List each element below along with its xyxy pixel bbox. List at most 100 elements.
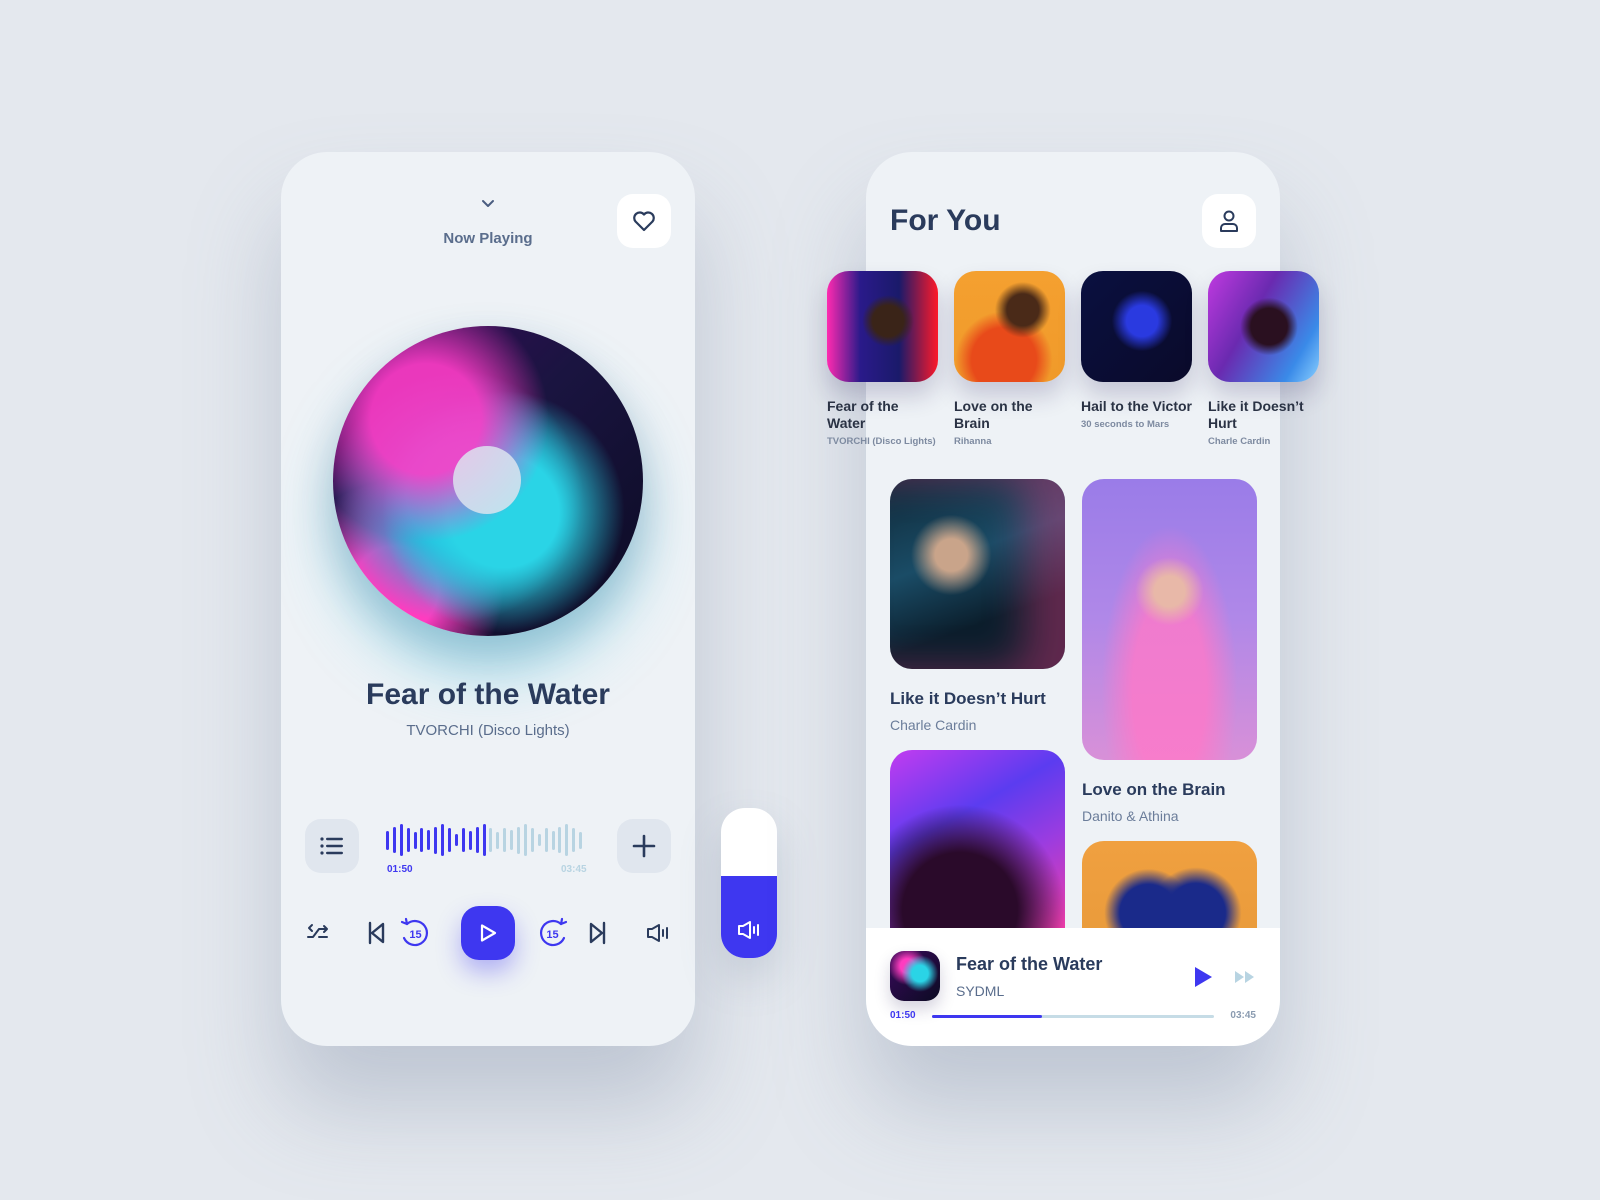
featured-card[interactable]: Fear of the Water TVORCHI (Disco Lights) xyxy=(827,271,938,447)
song-title: Fear of the Water xyxy=(366,678,610,711)
svg-text:15: 15 xyxy=(546,929,558,941)
current-time: 01:50 xyxy=(387,864,413,875)
grid-card-title: Love on the Brain xyxy=(1082,780,1226,799)
waveform-bar xyxy=(510,830,514,850)
featured-card-title: Love on the Brain xyxy=(954,398,1033,431)
grid-card[interactable] xyxy=(890,750,1065,950)
waveform-bar xyxy=(544,828,548,852)
mini-play-button[interactable] xyxy=(1192,966,1214,993)
waveform-bar xyxy=(572,828,576,852)
featured-card-title: Fear of the Water xyxy=(827,398,899,431)
previous-button[interactable] xyxy=(361,906,391,960)
grid-card-artist: Danito & Athina xyxy=(1082,808,1179,824)
mini-player-title: Fear of the Water xyxy=(956,954,1103,974)
profile-button[interactable] xyxy=(1202,194,1256,248)
featured-card-art xyxy=(954,271,1065,382)
waveform-bar xyxy=(537,834,541,846)
featured-card-art xyxy=(1081,271,1192,382)
skip-previous-icon xyxy=(368,921,385,945)
album-art-disc xyxy=(333,326,643,636)
add-button[interactable] xyxy=(617,819,671,873)
mini-progress-bar[interactable] xyxy=(932,1015,1214,1018)
waveform-seekbar[interactable] xyxy=(386,822,586,858)
fast-forward-icon xyxy=(1235,971,1254,983)
svg-text:15: 15 xyxy=(409,929,421,941)
waveform-bar xyxy=(392,827,396,853)
for-you-screen: For You Like it Doesn’t Hurt Charle Card… xyxy=(827,152,1319,1046)
featured-card-title: Hail to the Victor xyxy=(1081,398,1192,414)
grid-card[interactable]: Love on the Brain Danito & Athina xyxy=(1082,479,1257,824)
page-title: For You xyxy=(890,204,1001,237)
mini-progress-fill xyxy=(932,1015,1042,1018)
waveform-bar xyxy=(399,824,403,856)
play-button[interactable] xyxy=(461,906,515,960)
mini-player-artist: SYDML xyxy=(956,983,1005,999)
waveform-bar xyxy=(579,831,583,849)
waveform-bar xyxy=(413,831,417,849)
waveform-bar xyxy=(565,824,569,856)
heart-icon xyxy=(633,211,655,232)
featured-card-artist: Rihanna xyxy=(954,436,992,447)
grid-card-artist: Charle Cardin xyxy=(890,717,977,733)
forward-15-icon: 15 xyxy=(540,917,568,947)
waveform-bar xyxy=(496,831,500,849)
mini-current-time: 01:50 xyxy=(890,1010,916,1021)
waveform-bar xyxy=(530,828,534,852)
featured-card-art xyxy=(1208,271,1319,382)
waveform-bar xyxy=(386,830,389,850)
grid-card-art xyxy=(1082,479,1257,760)
skip-next-icon xyxy=(589,921,606,945)
waveform-bar xyxy=(461,828,465,852)
mini-next-button[interactable] xyxy=(1234,969,1256,990)
featured-carousel[interactable]: Fear of the Water TVORCHI (Disco Lights)… xyxy=(827,271,1319,447)
waveform-bar xyxy=(420,828,424,852)
volume-button[interactable] xyxy=(641,906,675,960)
volume-icon xyxy=(738,921,759,939)
waveform-bar xyxy=(523,824,527,856)
rewind-15-button[interactable]: 15 xyxy=(395,906,435,960)
playlist-button[interactable] xyxy=(305,819,359,873)
waveform-bar xyxy=(475,827,479,853)
mini-player[interactable]: Fear of the Water SYDML 01:50 03:45 xyxy=(866,928,1280,1046)
featured-card-artist: Charle Cardin xyxy=(1208,436,1271,447)
chevron-down-icon[interactable] xyxy=(480,196,496,210)
waveform-bar xyxy=(434,826,438,854)
volume-level-fill xyxy=(721,875,777,958)
waveform-bar xyxy=(468,830,472,850)
album-art xyxy=(333,326,643,636)
now-playing-screen: Now Playing Fear of the Water TVORCHI (D… xyxy=(281,152,695,1046)
volume-slider-icon-wrap xyxy=(721,920,777,940)
grid-card-title: Like it Doesn’t Hurt xyxy=(890,689,1046,708)
total-time: 03:45 xyxy=(561,864,587,875)
next-button[interactable] xyxy=(583,906,613,960)
featured-card-art xyxy=(827,271,938,382)
shuffle-button[interactable] xyxy=(303,906,333,960)
favorite-button[interactable] xyxy=(617,194,671,248)
featured-card[interactable]: Love on the Brain Rihanna xyxy=(954,271,1065,447)
forward-15-button[interactable]: 15 xyxy=(533,906,573,960)
waveform-bar xyxy=(441,824,445,856)
waveform-bar xyxy=(427,830,431,850)
waveform-bar xyxy=(406,828,410,852)
waveform-bar xyxy=(489,828,493,852)
waveform-bar xyxy=(551,830,555,850)
rewind-15-icon: 15 xyxy=(400,917,428,947)
shuffle-icon xyxy=(307,924,328,938)
featured-card-title: Like it Doesn’t Hurt xyxy=(1208,398,1304,431)
featured-card[interactable]: Hail to the Victor 30 seconds to Mars xyxy=(1081,271,1192,447)
volume-icon xyxy=(647,924,668,942)
waveform-bar xyxy=(482,824,486,856)
waveform-bar xyxy=(503,828,507,852)
mini-player-art xyxy=(890,951,940,1001)
list-icon xyxy=(320,837,343,855)
grid-card[interactable]: Like it Doesn’t Hurt Charle Cardin xyxy=(890,479,1065,733)
volume-slider[interactable] xyxy=(721,808,777,958)
grid-card-art xyxy=(890,479,1065,669)
song-artist: TVORCHI (Disco Lights) xyxy=(406,722,570,739)
featured-card-artist: TVORCHI (Disco Lights) xyxy=(827,436,936,447)
grid-card-art xyxy=(890,750,1065,950)
waveform-bar xyxy=(448,828,452,852)
featured-card[interactable]: Like it Doesn’t Hurt Charle Cardin xyxy=(1208,271,1319,447)
mini-total-time: 03:45 xyxy=(1230,1010,1256,1021)
plus-icon xyxy=(632,834,656,858)
